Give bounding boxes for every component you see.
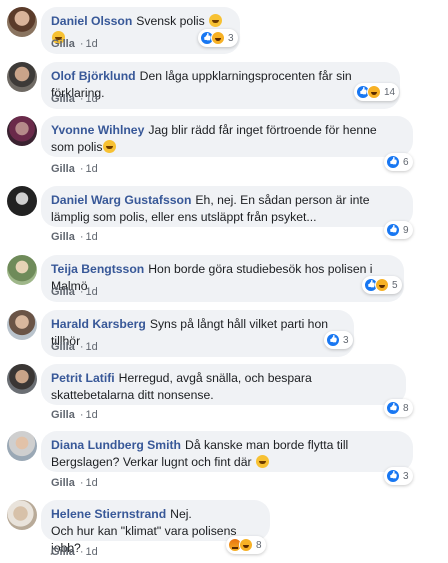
- comment-author[interactable]: Harald Karsberg: [51, 317, 146, 331]
- comment-meta: Gilla · 1d: [51, 163, 98, 175]
- comment-bubble: Daniel Warg Gustafsson Eh, nej. En sådan …: [41, 186, 413, 227]
- like-link[interactable]: Gilla: [51, 477, 75, 489]
- avatar[interactable]: [7, 186, 37, 216]
- reaction-count: 5: [392, 279, 398, 291]
- like-reaction-icon: [326, 333, 340, 347]
- avatar[interactable]: [7, 310, 37, 340]
- comment-author[interactable]: Petrit Latifi: [51, 371, 115, 385]
- timestamp[interactable]: 1d: [86, 477, 98, 489]
- like-reaction-icon: [386, 155, 400, 169]
- comment-author[interactable]: Daniel Olsson: [51, 14, 132, 28]
- comment-meta: Gilla · 1d: [51, 409, 98, 421]
- timestamp[interactable]: 1d: [86, 38, 98, 50]
- reaction-count: 6: [403, 156, 409, 168]
- reaction-summary[interactable]: 14: [354, 83, 400, 101]
- haha-reaction-icon: [239, 538, 253, 552]
- comment-bubble: Petrit Latifi Herregud, avgå snälla, och …: [41, 364, 406, 405]
- like-reaction-icon: [386, 469, 400, 483]
- avatar[interactable]: [7, 62, 37, 92]
- reaction-count: 3: [228, 32, 234, 44]
- like-link[interactable]: Gilla: [51, 163, 75, 175]
- like-link[interactable]: Gilla: [51, 546, 75, 558]
- reaction-summary[interactable]: 5: [362, 276, 402, 294]
- like-link[interactable]: Gilla: [51, 93, 75, 105]
- haha-reaction-icon: [211, 31, 225, 45]
- comment-author[interactable]: Teija Bengtsson: [51, 262, 144, 276]
- reaction-summary[interactable]: 3: [198, 29, 238, 47]
- laughing-emoji-icon: [209, 14, 223, 27]
- comment-text: Nej.: [170, 507, 192, 521]
- reaction-count: 3: [403, 470, 409, 482]
- reaction-count: 9: [403, 224, 409, 236]
- smile-emoji-icon: [103, 140, 117, 153]
- timestamp[interactable]: 1d: [86, 93, 98, 105]
- comment-bubble: Diana Lundberg Smith Då kanske man borde …: [41, 431, 413, 472]
- timestamp[interactable]: 1d: [86, 341, 98, 353]
- comment-meta: Gilla · 1d: [51, 286, 98, 298]
- comment-meta: Gilla · 1d: [51, 341, 98, 353]
- timestamp[interactable]: 1d: [86, 409, 98, 421]
- reaction-summary[interactable]: 8: [226, 536, 266, 554]
- reaction-summary[interactable]: 3: [324, 331, 353, 349]
- like-reaction-icon: [386, 223, 400, 237]
- reaction-count: 8: [403, 402, 409, 414]
- comment-author[interactable]: Diana Lundberg Smith: [51, 438, 181, 452]
- timestamp[interactable]: 1d: [86, 231, 98, 243]
- comment-meta: Gilla · 1d: [51, 546, 98, 558]
- like-reaction-icon: [386, 401, 400, 415]
- comment-meta: Gilla · 1d: [51, 231, 98, 243]
- like-link[interactable]: Gilla: [51, 286, 75, 298]
- timestamp[interactable]: 1d: [86, 286, 98, 298]
- reaction-summary[interactable]: 6: [384, 153, 413, 171]
- reaction-count: 3: [343, 334, 349, 346]
- reaction-count: 8: [256, 539, 262, 551]
- comment-author[interactable]: Olof Björklund: [51, 69, 136, 83]
- avatar[interactable]: [7, 364, 37, 394]
- comment-author[interactable]: Yvonne Wihlney: [51, 123, 144, 137]
- comment-bubble: Yvonne Wihlney Jag blir rädd får inget fö…: [41, 116, 413, 157]
- timestamp[interactable]: 1d: [86, 163, 98, 175]
- reaction-count: 14: [384, 86, 396, 98]
- reaction-summary[interactable]: 9: [384, 221, 413, 239]
- avatar[interactable]: [7, 255, 37, 285]
- smile-emoji-icon: [255, 455, 269, 468]
- reaction-summary[interactable]: 3: [384, 467, 413, 485]
- comment-text: Svensk polis: [136, 14, 205, 28]
- comment-meta: Gilla · 1d: [51, 38, 98, 50]
- haha-reaction-icon: [367, 85, 381, 99]
- comment-meta: Gilla · 1d: [51, 93, 98, 105]
- avatar[interactable]: [7, 116, 37, 146]
- like-link[interactable]: Gilla: [51, 341, 75, 353]
- avatar[interactable]: [7, 500, 37, 530]
- comment-author[interactable]: Helene Stiernstrand: [51, 507, 166, 521]
- timestamp[interactable]: 1d: [86, 546, 98, 558]
- avatar[interactable]: [7, 431, 37, 461]
- haha-reaction-icon: [375, 278, 389, 292]
- comment-meta: Gilla · 1d: [51, 477, 98, 489]
- comment-author[interactable]: Daniel Warg Gustafsson: [51, 193, 191, 207]
- like-link[interactable]: Gilla: [51, 38, 75, 50]
- like-link[interactable]: Gilla: [51, 409, 75, 421]
- avatar[interactable]: [7, 7, 37, 37]
- reaction-summary[interactable]: 8: [384, 399, 413, 417]
- comment-bubble: Helene Stiernstrand Nej. Och hur kan "kli…: [41, 500, 270, 555]
- like-link[interactable]: Gilla: [51, 231, 75, 243]
